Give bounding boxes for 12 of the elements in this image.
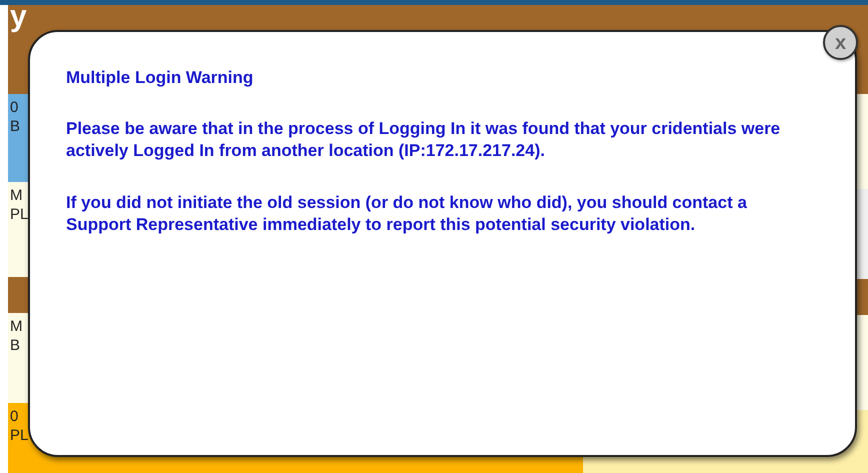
cell-text: 0 bbox=[10, 407, 18, 426]
cell-text: PL bbox=[10, 205, 28, 224]
cell-text: PL bbox=[10, 426, 28, 445]
day-header-text: y bbox=[9, 5, 27, 35]
cell-text: B bbox=[10, 336, 20, 355]
cell-text: B bbox=[10, 117, 20, 136]
dialog-title: Multiple Login Warning bbox=[66, 68, 254, 88]
warning-paragraph: Please be aware that in the process of Logging In it was found that your cridentials were actively Logged In from another location (IP:172.17.217.24). bbox=[66, 118, 782, 162]
warning-paragraph: If you did not initiate the old session (or do not know who did), you should contact a Support Representative immediately to report this potential security violation. bbox=[66, 192, 748, 236]
cell-text: M bbox=[10, 317, 22, 336]
cell-text: 0 bbox=[10, 98, 18, 117]
cell-text: M bbox=[10, 186, 22, 205]
